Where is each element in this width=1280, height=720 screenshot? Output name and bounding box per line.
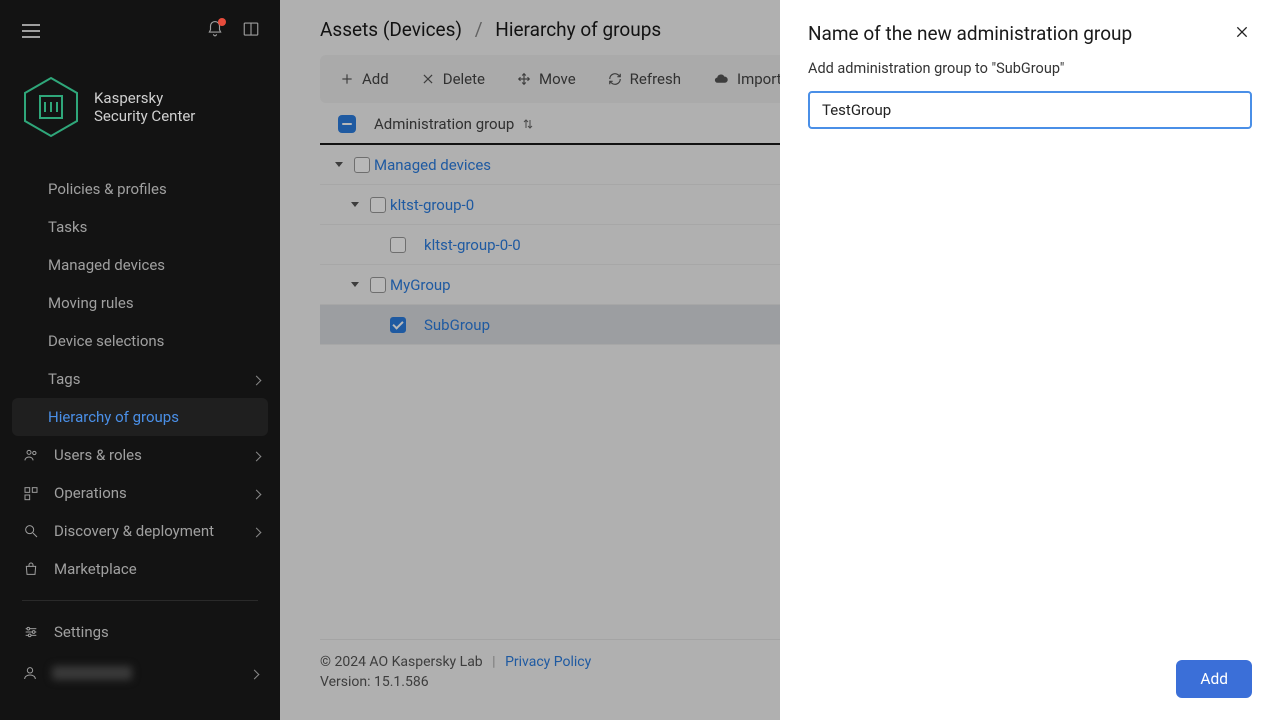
group-name-input[interactable] (808, 91, 1252, 129)
chevron-right-icon (253, 446, 260, 464)
nav-operations[interactable]: Operations (0, 474, 280, 512)
panel-subtitle: Add administration group to "SubGroup" (808, 60, 1252, 77)
sidebar: Kaspersky Security Center Policies & pro… (0, 0, 280, 720)
notification-badge (218, 18, 226, 26)
book-icon (242, 20, 260, 38)
close-button[interactable] (1232, 22, 1252, 46)
nav-policies-profiles[interactable]: Policies & profiles (0, 170, 280, 208)
chevron-right-icon (253, 484, 260, 502)
users-icon (23, 447, 39, 463)
user-icon (22, 665, 38, 681)
brand-logo-icon (22, 76, 80, 138)
close-icon (1234, 24, 1250, 40)
nav-hierarchy-of-groups[interactable]: Hierarchy of groups (12, 398, 268, 436)
nav-discovery-deployment[interactable]: Discovery & deployment (0, 512, 280, 550)
menu-toggle-button[interactable] (22, 24, 40, 38)
nav: Policies & profiles Tasks Managed device… (0, 170, 280, 720)
nav-tasks[interactable]: Tasks (0, 208, 280, 246)
nav-device-selections[interactable]: Device selections (0, 322, 280, 360)
nav-users-roles[interactable]: Users & roles (0, 436, 280, 474)
brand-name-1: Kaspersky (94, 89, 195, 107)
panel-add-button[interactable]: Add (1176, 660, 1252, 698)
chevron-right-icon (251, 663, 258, 682)
settings-icon (23, 624, 39, 640)
nav-tags[interactable]: Tags (0, 360, 280, 398)
username-redacted (52, 666, 132, 680)
nav-user-account[interactable] (0, 651, 280, 694)
nav-managed-devices[interactable]: Managed devices (0, 246, 280, 284)
nav-moving-rules[interactable]: Moving rules (0, 284, 280, 322)
brand: Kaspersky Security Center (0, 52, 280, 170)
notifications-button[interactable] (206, 20, 224, 42)
bag-icon (23, 561, 39, 577)
search-icon (23, 523, 39, 539)
chevron-right-icon (253, 370, 260, 388)
nav-settings[interactable]: Settings (0, 613, 280, 651)
nav-marketplace[interactable]: Marketplace (0, 550, 280, 588)
brand-name-2: Security Center (94, 107, 195, 125)
operations-icon (23, 485, 39, 501)
panel-title: Name of the new administration group (808, 22, 1132, 45)
library-button[interactable] (242, 20, 260, 42)
chevron-right-icon (253, 522, 260, 540)
new-group-panel: Name of the new administration group Add… (780, 0, 1280, 720)
